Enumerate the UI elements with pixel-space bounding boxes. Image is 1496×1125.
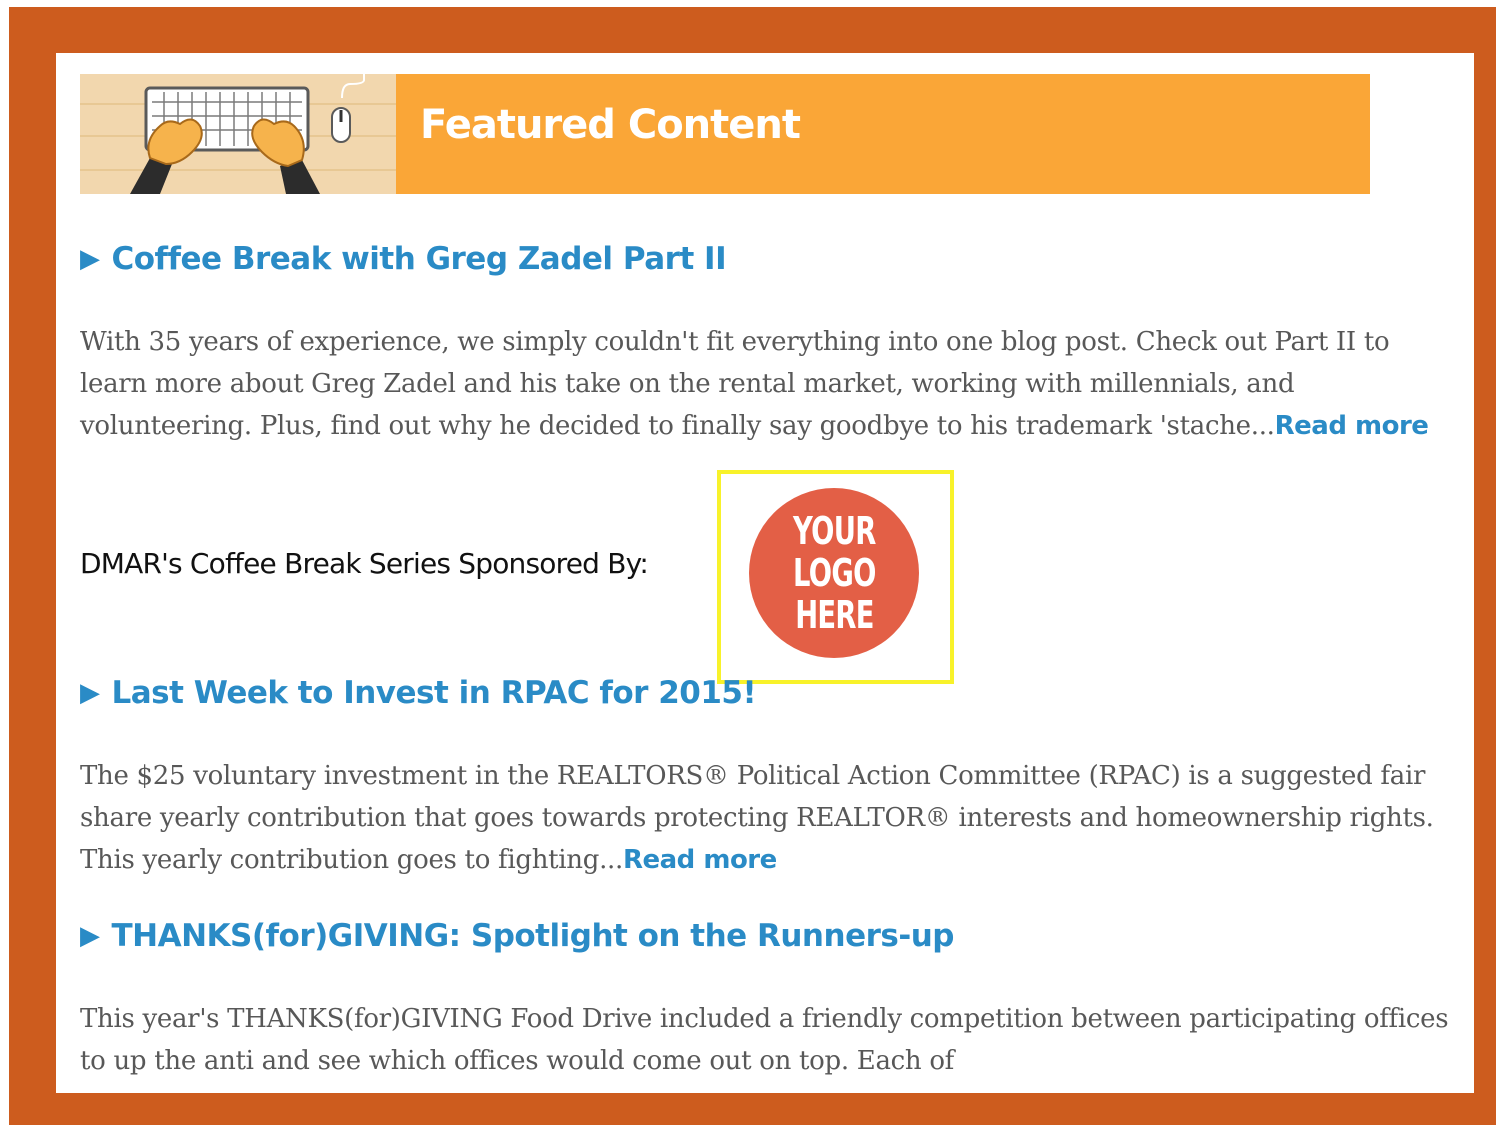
play-triangle-icon: ▶ [80,678,100,708]
article-2-read-more-link[interactable]: Read more [623,845,777,875]
logo-text-line-3: HERE [794,593,874,637]
article-1-read-more-link[interactable]: Read more [1275,411,1429,441]
banner-title: Featured Content [420,102,801,148]
article-2-body: The $25 voluntary investment in the REAL… [80,755,1450,881]
play-triangle-icon: ▶ [80,921,100,951]
featured-content-banner: Featured Content [80,74,1370,194]
article-2-title[interactable]: Last Week to Invest in RPAC for 2015! [112,675,757,711]
article-3-text: This year's THANKS(for)GIVING Food Drive… [80,1004,1449,1076]
sponsor-logo-highlight[interactable]: YOUR LOGO HERE [717,470,954,684]
sponsor-logo[interactable]: YOUR LOGO HERE [749,488,919,658]
content-panel: Featured Content ▶ Coffee Break with Greg… [56,53,1474,1093]
orange-frame: Featured Content ▶ Coffee Break with Greg… [9,7,1496,1125]
article-3-title[interactable]: THANKS(for)GIVING: Spotlight on the Runn… [112,918,955,954]
article-3-body: This year's THANKS(for)GIVING Food Drive… [80,998,1450,1082]
logo-text-line-2: LOGO [792,551,876,595]
article-2-headline[interactable]: ▶ Last Week to Invest in RPAC for 2015! [80,675,757,711]
keyboard-typing-illustration [80,74,396,194]
article-1-headline[interactable]: ▶ Coffee Break with Greg Zadel Part II [80,241,727,277]
article-1-body: With 35 years of experience, we simply c… [80,321,1450,447]
keyboard-hands-icon [80,74,396,194]
article-1-text: With 35 years of experience, we simply c… [80,327,1390,441]
sponsor-label: DMAR's Coffee Break Series Sponsored By: [80,547,649,580]
logo-text-line-1: YOUR [792,509,876,553]
article-3-headline[interactable]: ▶ THANKS(for)GIVING: Spotlight on the Run… [80,918,954,954]
play-triangle-icon: ▶ [80,244,100,274]
article-1-title[interactable]: Coffee Break with Greg Zadel Part II [112,241,727,277]
